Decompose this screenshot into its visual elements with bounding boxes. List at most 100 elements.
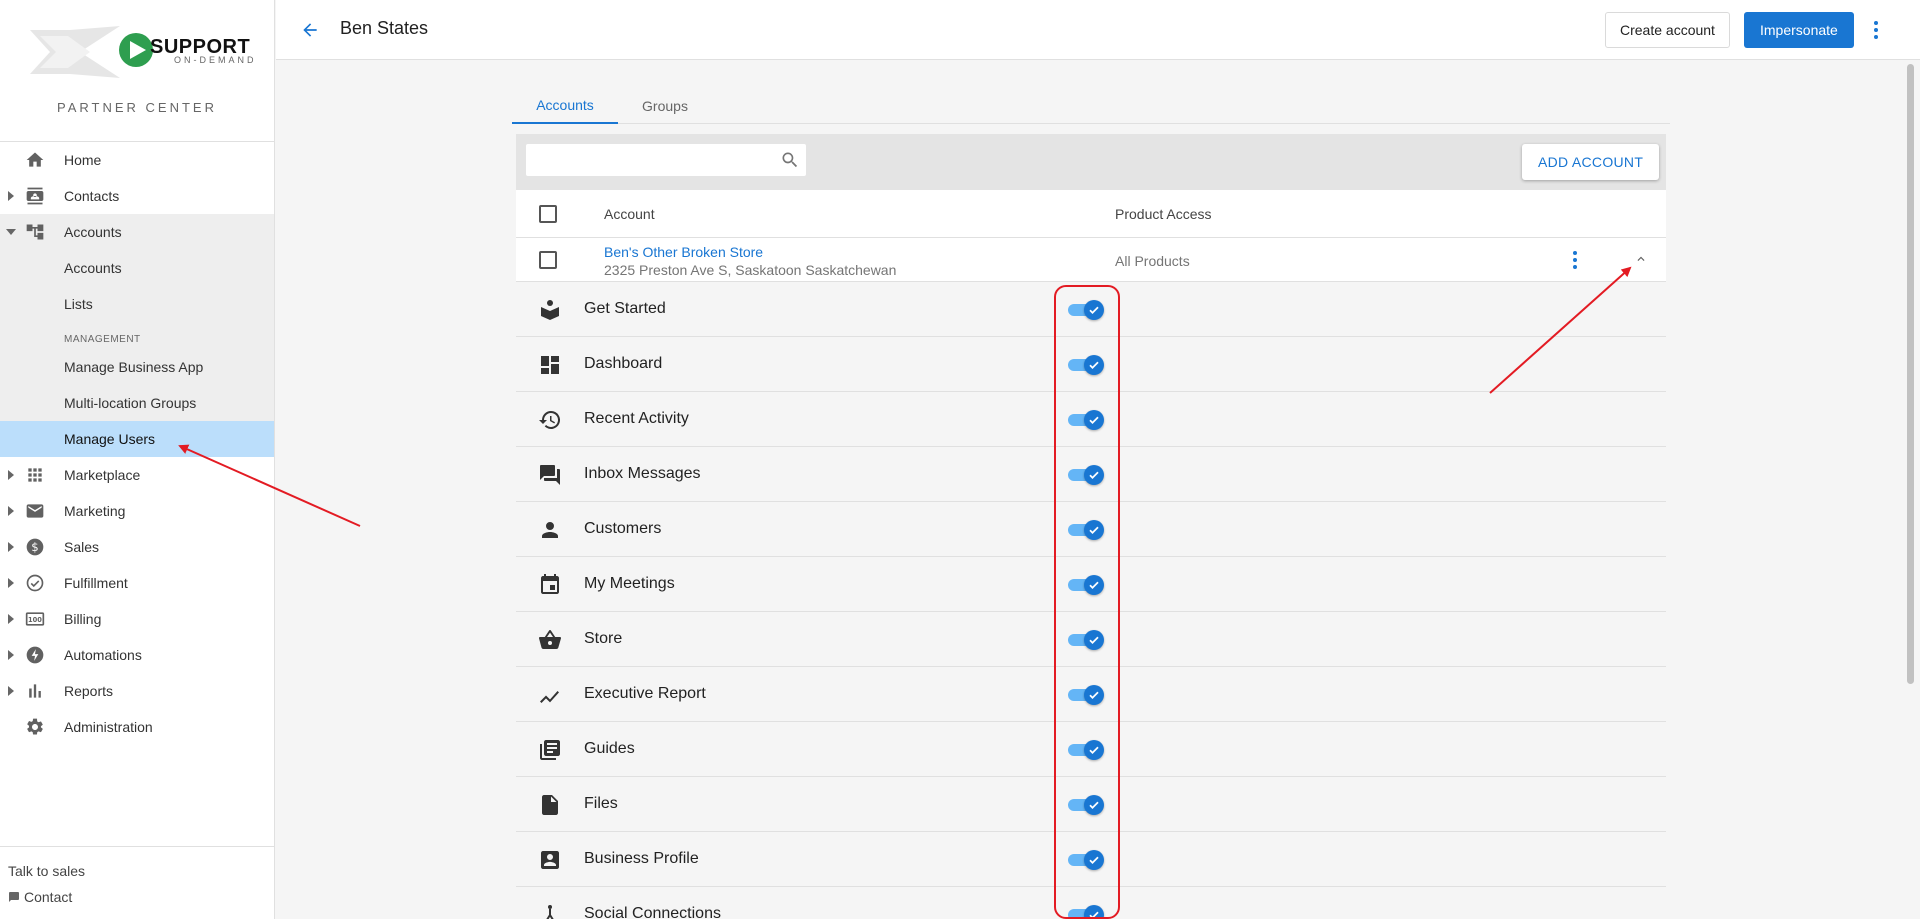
nav-marketing[interactable]: Marketing — [0, 493, 274, 529]
search-icon[interactable] — [780, 150, 800, 170]
nav-fulfillment-label: Fulfillment — [64, 575, 128, 591]
nav-accounts[interactable]: Accounts — [0, 214, 274, 250]
nav-sub-manage-users[interactable]: Manage Users — [0, 421, 274, 457]
nav-contacts[interactable]: Contacts — [0, 178, 274, 214]
feature-label: Dashboard — [584, 355, 663, 372]
account-name-link[interactable]: Ben's Other Broken Store — [604, 244, 763, 260]
impersonate-button[interactable]: Impersonate — [1744, 12, 1854, 48]
file-icon — [542, 795, 558, 815]
scrollbar-thumb[interactable] — [1907, 64, 1914, 684]
col-product-access-header: Product Access — [1115, 206, 1212, 222]
library-icon — [540, 740, 560, 760]
feature-label: Files — [584, 795, 618, 812]
nav-sub-lists[interactable]: Lists — [0, 286, 274, 322]
sidebar-footer: Talk to sales Contact — [0, 846, 274, 919]
chevron-up-icon[interactable] — [1634, 252, 1648, 266]
nav-sub-accounts[interactable]: Accounts — [0, 250, 274, 286]
col-account-header: Account — [604, 206, 655, 222]
feature-label: Recent Activity — [584, 410, 689, 427]
trend-icon — [540, 691, 559, 703]
page-title: Ben States — [340, 18, 429, 38]
account-address: 2325 Preston Ave S, Saskatoon Saskatchew… — [604, 262, 897, 278]
nav-marketing-label: Marketing — [64, 503, 126, 519]
nav-sub-multi-location-groups-label: Multi-location Groups — [64, 395, 197, 411]
check-circle-icon — [24, 572, 46, 594]
search-box[interactable] — [526, 144, 806, 176]
bolt-icon — [24, 644, 46, 666]
feature-label: My Meetings — [584, 575, 675, 592]
calendar-icon — [541, 574, 559, 594]
management-section-label: MANAGEMENT — [64, 334, 141, 345]
expand-caret-icon — [8, 686, 14, 696]
nav-billing[interactable]: 100 Billing — [0, 601, 274, 637]
nav-billing-label: Billing — [64, 611, 102, 627]
tab-bar: Accounts Groups — [512, 88, 1670, 124]
top-header: Ben States Create account Impersonate — [276, 0, 1920, 60]
expand-caret-icon — [8, 650, 14, 660]
contacts-icon — [24, 185, 46, 207]
home-icon — [24, 149, 46, 171]
row-more-vert-icon[interactable] — [1570, 250, 1580, 270]
feature-label: Store — [584, 630, 623, 647]
nav-home-label: Home — [64, 152, 102, 168]
nav-administration[interactable]: Administration — [0, 709, 274, 745]
nav-sub-accounts-label: Accounts — [64, 260, 122, 276]
svg-text:100: 100 — [28, 616, 42, 624]
feature-label: Business Profile — [584, 850, 699, 867]
tab-accounts[interactable]: Accounts — [512, 88, 618, 124]
nav-sales[interactable]: $ Sales — [0, 529, 274, 565]
nav-contacts-label: Contacts — [64, 188, 120, 204]
feature-label: Social Connections — [584, 905, 721, 919]
nav-accounts-label: Accounts — [64, 224, 122, 240]
expand-caret-icon — [8, 542, 14, 552]
profile-icon — [541, 851, 559, 869]
nav-automations-label: Automations — [64, 647, 142, 663]
collapse-caret-icon — [6, 229, 16, 235]
select-all-checkbox[interactable] — [539, 205, 557, 223]
back-arrow-icon[interactable] — [298, 18, 322, 42]
nav-home[interactable]: Home — [0, 142, 274, 178]
partner-center-label: PARTNER CENTER — [57, 100, 217, 115]
nav-administration-label: Administration — [64, 719, 153, 735]
billing-icon: 100 — [24, 608, 46, 630]
brand-tagline: ON-DEMAND — [174, 55, 257, 65]
expand-caret-icon — [8, 191, 14, 201]
accounts-tree-icon — [24, 221, 46, 243]
nav-sub-multi-location-groups[interactable]: Multi-location Groups — [0, 385, 274, 421]
create-account-button[interactable]: Create account — [1605, 12, 1730, 48]
nav-marketplace[interactable]: Marketplace — [0, 457, 274, 493]
talk-to-sales-link[interactable]: Talk to sales — [8, 863, 85, 879]
chat-small-icon — [9, 892, 19, 902]
logo-area: SUPPORT ON-DEMAND PARTNER CENTER — [0, 0, 274, 142]
annotation-highlight-box — [1054, 285, 1120, 919]
contact-link[interactable]: Contact — [8, 889, 72, 905]
nav-sub-lists-label: Lists — [64, 296, 93, 312]
nav-reports-label: Reports — [64, 683, 114, 699]
tab-groups[interactable]: Groups — [618, 88, 712, 124]
feature-label: Get Started — [584, 300, 666, 317]
nav-sales-label: Sales — [64, 539, 100, 555]
expand-caret-icon — [8, 578, 14, 588]
dashboard-icon — [541, 356, 559, 374]
nav-reports[interactable]: Reports — [0, 673, 274, 709]
feature-label: Inbox Messages — [584, 465, 701, 482]
page-scrollbar[interactable] — [1901, 60, 1920, 919]
bar-chart-icon — [24, 680, 46, 702]
expand-caret-icon — [8, 506, 14, 516]
row-checkbox[interactable] — [539, 251, 557, 269]
add-account-button[interactable]: ADD ACCOUNT — [1522, 144, 1660, 180]
nav-fulfillment[interactable]: Fulfillment — [0, 565, 274, 601]
search-input[interactable] — [534, 150, 764, 170]
more-vert-icon[interactable] — [1869, 18, 1883, 42]
chat-icon — [540, 465, 560, 485]
contact-label: Contact — [24, 889, 73, 905]
social-icon — [546, 905, 554, 919]
table-header: Account Product Access — [516, 190, 1666, 238]
expand-caret-icon — [8, 470, 14, 480]
nav-sub-manage-users-label: Manage Users — [64, 431, 156, 447]
nav-automations[interactable]: Automations — [0, 637, 274, 673]
mail-icon — [24, 500, 46, 522]
get-started-icon — [541, 300, 559, 320]
svg-text:$: $ — [31, 540, 38, 554]
nav-sub-manage-business-app[interactable]: Manage Business App — [0, 349, 274, 385]
